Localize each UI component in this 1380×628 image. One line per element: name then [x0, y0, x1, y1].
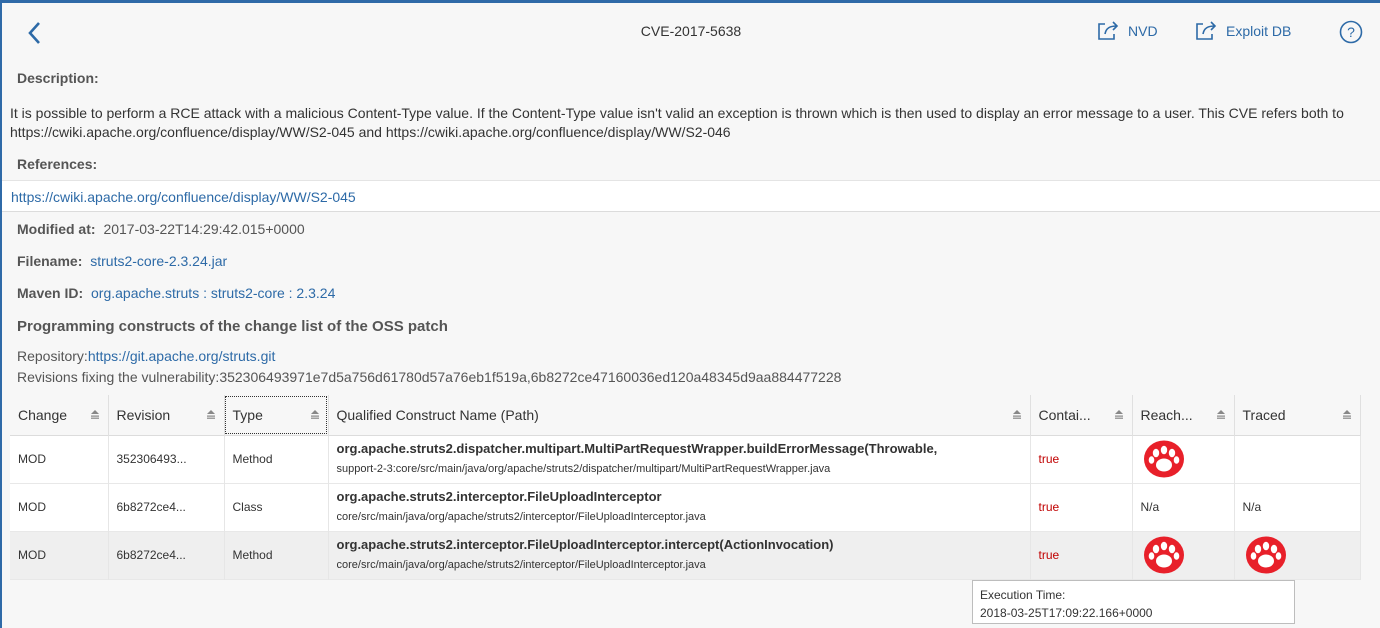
header-bar: CVE-2017-5638 NVD Exploit DB ? [2, 3, 1380, 63]
change-list-table: Change Revision Type Qualified Construct… [10, 395, 1361, 580]
patch-section-title: Programming constructs of the change lis… [17, 318, 448, 335]
reachable-cell: N/a [1132, 483, 1235, 531]
nvd-label: NVD [1128, 23, 1158, 39]
table-row[interactable]: MOD 6b8272ce4... Method org.apache.strut… [10, 531, 1361, 579]
filename-label: Filename: [17, 253, 83, 269]
column-label: Reach... [1140, 406, 1193, 423]
modified-label: Modified at: [17, 221, 96, 237]
contained-cell: true [1030, 483, 1133, 531]
qualified-name-cell: org.apache.struts2.interceptor.FileUploa… [328, 531, 1031, 579]
column-label: Revision [116, 406, 171, 423]
maven-row: Maven ID: org.apache.struts : struts2-co… [17, 285, 335, 301]
table-header-row: Change Revision Type Qualified Construct… [10, 395, 1361, 435]
revisions-line: Revisions fixing the vulnerability:35230… [17, 369, 842, 385]
filename-link[interactable]: struts2-core-2.3.24.jar [90, 253, 227, 269]
column-header-type[interactable]: Type [224, 395, 329, 435]
contained-cell: true [1030, 531, 1133, 579]
repository-line: Repository:https://git.apache.org/struts… [17, 348, 275, 364]
external-link-icon [1196, 21, 1217, 40]
reachable-cell [1132, 435, 1235, 483]
references-band: https://cwiki.apache.org/confluence/disp… [2, 180, 1380, 212]
sort-icon [1342, 410, 1351, 419]
construct-path: core/src/main/java/org/apache/struts2/in… [336, 559, 706, 571]
description-label: Description: [17, 70, 99, 86]
change-cell: MOD [10, 531, 109, 579]
qualified-name-cell: org.apache.struts2.interceptor.FileUploa… [328, 483, 1031, 531]
traced-cell [1234, 531, 1361, 579]
paw-icon[interactable] [1141, 535, 1187, 575]
tooltip-value: 2018-03-25T17:09:22.166+0000 [980, 606, 1153, 620]
sort-icon [1012, 410, 1021, 419]
sort-icon [310, 410, 319, 419]
traced-cell: N/a [1234, 483, 1361, 531]
sort-icon [90, 410, 99, 419]
type-cell: Method [224, 435, 329, 483]
traced-cell [1234, 435, 1361, 483]
modified-value: 2017-03-22T14:29:42.015+0000 [103, 221, 305, 237]
exploit-db-label: Exploit DB [1226, 23, 1292, 39]
repository-link[interactable]: https://git.apache.org/struts.git [88, 348, 276, 364]
revision-cell: 6b8272ce4... [108, 483, 225, 531]
construct-name: org.apache.struts2.dispatcher.multipart.… [336, 441, 938, 456]
column-label: Contai... [1038, 406, 1091, 423]
execution-time-tooltip: Execution Time: 2018-03-25T17:09:22.166+… [972, 580, 1295, 624]
table-row[interactable]: MOD 6b8272ce4... Class org.apache.struts… [10, 483, 1361, 531]
contained-cell: true [1030, 435, 1133, 483]
nvd-button[interactable]: NVD [1096, 18, 1158, 44]
construct-name: org.apache.struts2.interceptor.FileUploa… [336, 489, 662, 504]
column-header-revision[interactable]: Revision [108, 395, 225, 435]
construct-path: support-2-3:core/src/main/java/org/apach… [336, 463, 831, 475]
modified-row: Modified at: 2017-03-22T14:29:42.015+000… [17, 221, 305, 237]
change-cell: MOD [10, 435, 109, 483]
description-text: It is possible to perform a RCE attack w… [10, 105, 1344, 140]
revision-cell: 6b8272ce4... [108, 531, 225, 579]
change-cell: MOD [10, 483, 109, 531]
sort-icon [206, 410, 215, 419]
page-title: CVE-2017-5638 [640, 23, 742, 39]
filename-row: Filename: struts2-core-2.3.24.jar [17, 253, 227, 269]
type-cell: Method [224, 531, 329, 579]
repository-label: Repository: [17, 348, 88, 364]
column-label: Qualified Construct Name (Path) [336, 406, 539, 423]
column-header-reachable[interactable]: Reach... [1132, 395, 1235, 435]
table-row[interactable]: MOD 352306493... Method org.apache.strut… [10, 435, 1361, 483]
sort-icon [1216, 410, 1225, 419]
help-icon[interactable]: ? [1339, 20, 1363, 44]
paw-icon[interactable] [1141, 439, 1187, 479]
column-header-change[interactable]: Change [10, 395, 109, 435]
reference-link[interactable]: https://cwiki.apache.org/confluence/disp… [11, 189, 356, 205]
revision-cell: 352306493... [108, 435, 225, 483]
column-label: Change [18, 406, 68, 423]
reachable-cell [1132, 531, 1235, 579]
svg-text:?: ? [1347, 24, 1355, 40]
exploit-db-button[interactable]: Exploit DB [1194, 18, 1291, 44]
column-header-qualified-name[interactable]: Qualified Construct Name (Path) [328, 395, 1031, 435]
construct-path: core/src/main/java/org/apache/struts2/in… [336, 511, 706, 523]
column-header-contained[interactable]: Contai... [1030, 395, 1133, 435]
sort-icon [1114, 410, 1123, 419]
column-label: Type [232, 406, 263, 423]
type-cell: Class [224, 483, 329, 531]
column-label: Traced [1242, 406, 1286, 423]
paw-icon[interactable] [1243, 535, 1289, 575]
construct-name: org.apache.struts2.interceptor.FileUploa… [336, 537, 834, 552]
column-header-traced[interactable]: Traced [1234, 395, 1361, 435]
maven-label: Maven ID: [17, 285, 84, 301]
tooltip-label: Execution Time: [980, 588, 1066, 602]
qualified-name-cell: org.apache.struts2.dispatcher.multipart.… [328, 435, 1031, 483]
maven-link[interactable]: org.apache.struts : struts2-core : 2.3.2… [91, 285, 335, 301]
references-label: References: [17, 156, 98, 172]
external-link-icon [1098, 21, 1119, 40]
